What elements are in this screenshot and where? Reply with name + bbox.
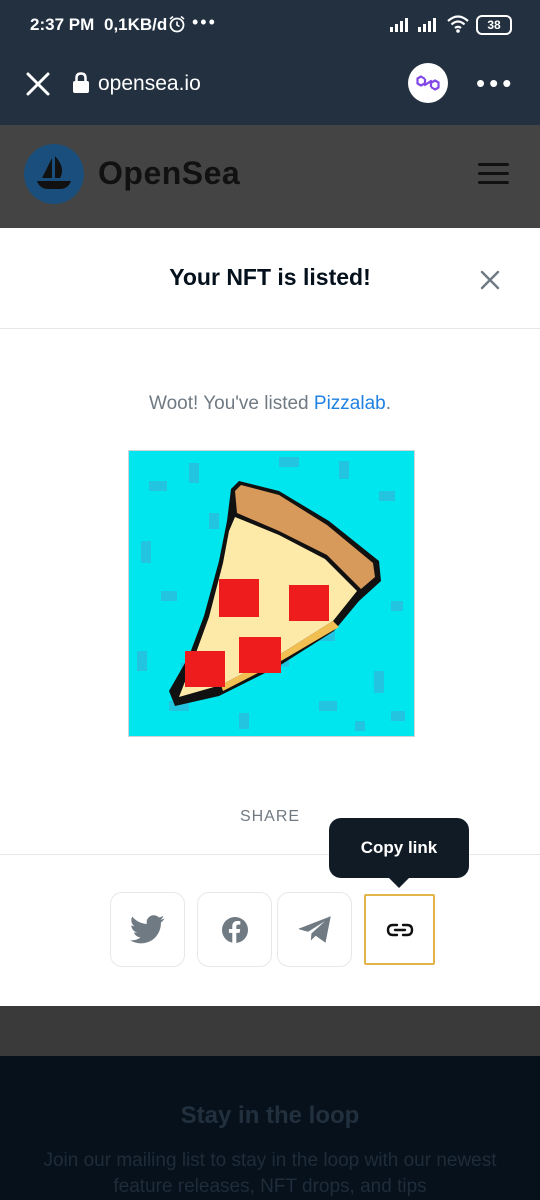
page-gap bbox=[0, 1006, 540, 1056]
newsletter-heading: Stay in the loop bbox=[180, 1102, 360, 1129]
telegram-icon bbox=[298, 915, 331, 943]
share-facebook-button[interactable] bbox=[197, 892, 272, 967]
item-link[interactable]: Pizzalab bbox=[314, 393, 386, 414]
copy-link-button[interactable] bbox=[364, 894, 435, 965]
status-bar: 2:37 PM 0,1KB/d ••• 38 bbox=[0, 0, 540, 50]
lock-icon bbox=[72, 72, 90, 99]
listed-message: Woot! You've listed Pizzalab. bbox=[0, 393, 540, 415]
polygon-extension-button[interactable] bbox=[408, 63, 448, 103]
share-telegram-button[interactable] bbox=[277, 892, 352, 967]
cell-signal-2-icon bbox=[418, 16, 440, 37]
modal-close-button[interactable] bbox=[478, 268, 502, 292]
opensea-logo-icon[interactable] bbox=[24, 144, 84, 204]
polygon-icon bbox=[416, 75, 440, 91]
share-twitter-button[interactable] bbox=[110, 892, 185, 967]
close-icon bbox=[480, 270, 500, 290]
twitter-icon bbox=[129, 914, 164, 943]
cell-signal-icon bbox=[390, 16, 412, 37]
browser-menu-button[interactable]: ••• bbox=[476, 68, 515, 99]
listing-modal: Your NFT is listed! Woot! You've listed … bbox=[0, 228, 540, 1006]
divider bbox=[0, 328, 540, 329]
message-prefix: Woot! You've listed bbox=[149, 393, 314, 414]
facebook-icon bbox=[221, 916, 248, 943]
brand-name[interactable]: OpenSea bbox=[98, 155, 240, 192]
nft-image bbox=[128, 450, 415, 737]
notification-more-icon: ••• bbox=[192, 12, 217, 32]
wifi-icon bbox=[447, 15, 469, 38]
battery-icon: 38 bbox=[476, 15, 512, 35]
newsletter-text: Join our mailing list to stay in the loo… bbox=[43, 1150, 497, 1197]
link-icon bbox=[386, 923, 413, 936]
message-suffix: . bbox=[385, 393, 391, 414]
hamburger-menu-icon[interactable] bbox=[478, 163, 509, 187]
copy-link-tooltip: Copy link bbox=[329, 818, 469, 888]
close-icon bbox=[26, 72, 50, 96]
status-time: 2:37 PM bbox=[30, 15, 95, 34]
modal-title: Your NFT is listed! bbox=[169, 264, 371, 290]
alarm-icon bbox=[168, 15, 186, 38]
site-header: OpenSea bbox=[0, 125, 540, 228]
close-tab-button[interactable] bbox=[24, 70, 52, 98]
newsletter-section: Stay in the loop Join our mailing list t… bbox=[0, 1056, 540, 1200]
browser-toolbar: opensea.io ••• bbox=[0, 50, 540, 125]
url-text[interactable]: opensea.io bbox=[98, 72, 201, 96]
network-speed: 0,1KB/d bbox=[104, 15, 168, 34]
